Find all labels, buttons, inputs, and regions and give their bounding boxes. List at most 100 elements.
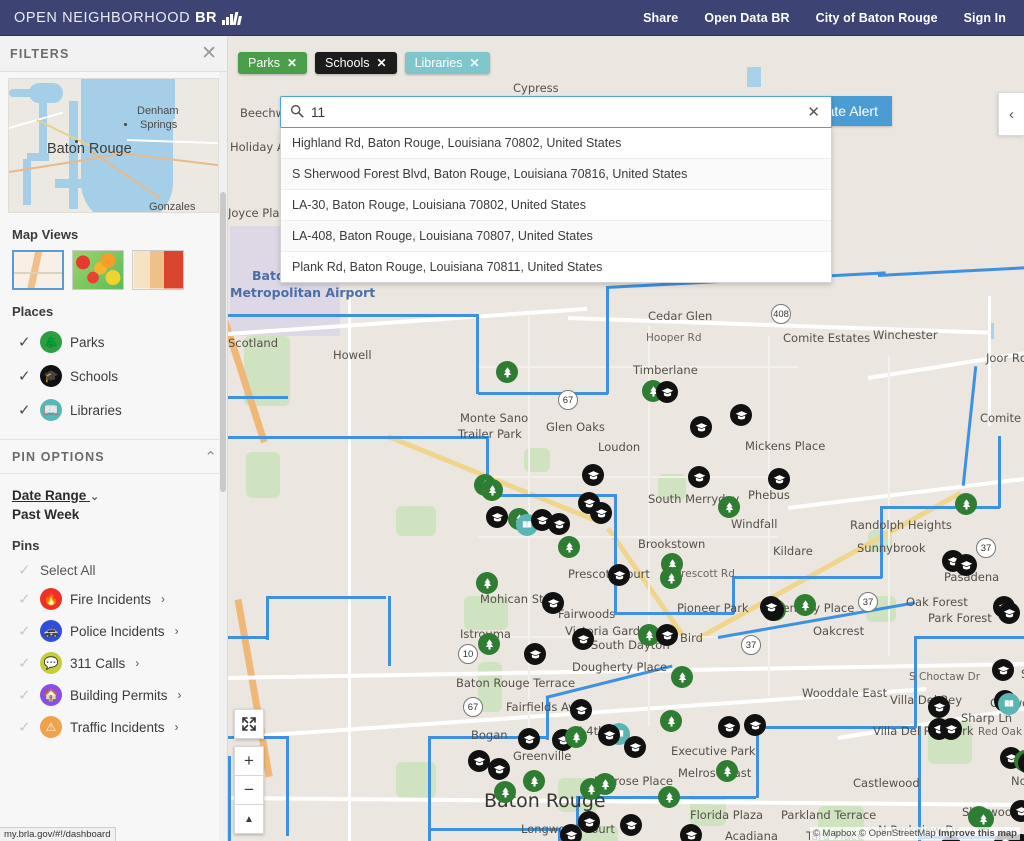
park-marker[interactable] xyxy=(476,572,498,594)
park-marker[interactable] xyxy=(718,496,740,518)
brand-logo[interactable]: OPEN NEIGHBORHOOD BR xyxy=(14,10,244,26)
chip-parks[interactable]: Parks✕ xyxy=(238,52,307,74)
school-marker[interactable] xyxy=(992,659,1014,681)
school-marker[interactable] xyxy=(928,696,950,718)
school-marker[interactable] xyxy=(548,513,570,535)
park-marker[interactable] xyxy=(565,726,587,748)
school-marker[interactable] xyxy=(955,554,977,576)
school-marker[interactable] xyxy=(768,468,790,490)
school-marker[interactable] xyxy=(744,714,766,736)
chip-libraries-remove-icon[interactable]: ✕ xyxy=(470,56,480,70)
school-marker[interactable] xyxy=(590,502,612,524)
school-marker[interactable] xyxy=(620,814,642,836)
date-range-selector[interactable]: Date Range ⌄ xyxy=(12,488,99,503)
chevron-right-icon[interactable]: › xyxy=(161,592,165,606)
collapse-panel-chevron-left-icon[interactable]: ‹ xyxy=(998,92,1024,136)
school-marker[interactable] xyxy=(690,416,712,438)
chevron-right-icon[interactable]: › xyxy=(175,624,179,638)
school-marker[interactable] xyxy=(488,758,510,780)
pin-fire-incidents[interactable]: ✓🔥Fire Incidents› xyxy=(18,588,227,610)
nav-open-data-br[interactable]: Open Data BR xyxy=(704,11,789,25)
park-marker[interactable] xyxy=(478,633,500,655)
school-marker[interactable] xyxy=(656,381,678,403)
compass-icon[interactable]: ▲ xyxy=(234,804,264,834)
school-marker[interactable] xyxy=(680,824,702,841)
chip-parks-remove-icon[interactable]: ✕ xyxy=(287,56,297,70)
park-marker[interactable] xyxy=(794,594,816,616)
search-suggestion-item[interactable]: Plank Rd, Baton Rouge, Louisiana 70811, … xyxy=(281,252,831,282)
school-marker[interactable] xyxy=(518,728,540,750)
chip-libraries[interactable]: Libraries✕ xyxy=(405,52,490,74)
place-libraries[interactable]: ✓📖Libraries xyxy=(18,399,227,421)
search-suggestion-item[interactable]: LA-30, Baton Rouge, Louisiana 70802, Uni… xyxy=(281,190,831,221)
park-marker[interactable] xyxy=(658,786,680,808)
chevron-up-icon[interactable]: ⌃ xyxy=(204,448,217,466)
park-marker[interactable] xyxy=(481,479,503,501)
chevron-right-icon[interactable]: › xyxy=(178,688,182,702)
school-marker[interactable] xyxy=(688,466,710,488)
sidebar-scrollbar-thumb[interactable] xyxy=(220,192,226,492)
school-marker[interactable] xyxy=(570,699,592,721)
search-suggestion-item[interactable]: LA-408, Baton Rouge, Louisiana 70807, Un… xyxy=(281,221,831,252)
park-marker[interactable] xyxy=(716,760,738,782)
overview-minimap[interactable]: DenhamSpringsBaton RougeGonzales xyxy=(8,78,219,213)
school-marker[interactable] xyxy=(578,811,600,833)
school-marker[interactable] xyxy=(608,564,630,586)
nav-sign-in[interactable]: Sign In xyxy=(964,11,1006,25)
library-marker[interactable] xyxy=(998,693,1020,715)
select-all-row[interactable]: ✓ Select All xyxy=(18,563,227,578)
zoom-out-button[interactable]: − xyxy=(234,775,264,805)
map-canvas[interactable]: BeechwoodHoliday AcresCypressJoyce Place… xyxy=(228,36,1024,841)
park-marker[interactable] xyxy=(671,666,693,688)
school-marker[interactable] xyxy=(524,643,546,665)
pin-building-permits[interactable]: ✓🏠Building Permits› xyxy=(18,684,227,706)
school-marker[interactable] xyxy=(624,736,646,758)
park-marker[interactable] xyxy=(594,773,616,795)
place-parks[interactable]: ✓🌲Parks xyxy=(18,331,227,353)
school-marker[interactable] xyxy=(940,718,962,740)
place-schools[interactable]: ✓🎓Schools xyxy=(18,365,227,387)
search-suggestion-item[interactable]: Highland Rd, Baton Rouge, Louisiana 7080… xyxy=(281,128,831,159)
search-box[interactable]: ✕ xyxy=(280,96,832,128)
map-view-choropleth[interactable] xyxy=(132,250,184,290)
school-marker[interactable] xyxy=(760,596,782,618)
school-marker[interactable] xyxy=(998,602,1020,624)
chip-schools[interactable]: Schools✕ xyxy=(315,52,397,74)
fullscreen-icon[interactable] xyxy=(234,709,264,739)
park-marker[interactable] xyxy=(523,770,545,792)
park-marker[interactable] xyxy=(660,567,682,589)
chip-schools-remove-icon[interactable]: ✕ xyxy=(377,56,387,70)
school-marker[interactable] xyxy=(468,750,490,772)
pin-police-incidents[interactable]: ✓🚓Police Incidents› xyxy=(18,620,227,642)
school-marker[interactable] xyxy=(486,506,508,528)
school-marker[interactable] xyxy=(572,628,594,650)
map-view-heatmap[interactable] xyxy=(72,250,124,290)
close-icon[interactable]: ✕ xyxy=(201,44,217,63)
school-marker[interactable] xyxy=(730,404,752,426)
search-input[interactable] xyxy=(311,105,805,120)
nav-city-of-baton-rouge[interactable]: City of Baton Rouge xyxy=(816,11,938,25)
zoom-in-button[interactable]: + xyxy=(234,746,264,776)
clear-search-icon[interactable]: ✕ xyxy=(805,103,822,121)
park-marker[interactable] xyxy=(660,710,682,732)
school-marker[interactable] xyxy=(598,724,620,746)
park-marker[interactable] xyxy=(496,361,518,383)
chevron-right-icon[interactable]: › xyxy=(135,656,139,670)
pin-options-header[interactable]: PIN OPTIONS ⌃ xyxy=(0,440,227,474)
pin-311-calls[interactable]: ✓💬311 Calls› xyxy=(18,652,227,674)
nav-share[interactable]: Share xyxy=(643,11,678,25)
school-marker[interactable] xyxy=(718,716,740,738)
pin-traffic-incidents[interactable]: ✓⚠Traffic Incidents› xyxy=(18,716,227,738)
chevron-right-icon[interactable]: › xyxy=(175,720,179,734)
improve-this-map-link[interactable]: Improve this map xyxy=(938,828,1017,839)
park-marker[interactable] xyxy=(558,536,580,558)
map-view-streets[interactable] xyxy=(12,250,64,290)
search-suggestion-item[interactable]: S Sherwood Forest Blvd, Baton Rouge, Lou… xyxy=(281,159,831,190)
school-marker[interactable] xyxy=(656,624,678,646)
school-marker[interactable] xyxy=(542,592,564,614)
school-marker[interactable] xyxy=(582,464,604,486)
school-marker[interactable] xyxy=(560,824,582,841)
park-marker[interactable] xyxy=(955,493,977,515)
sidebar-scrollbar-track[interactable] xyxy=(219,72,227,841)
park-marker[interactable] xyxy=(494,781,516,803)
